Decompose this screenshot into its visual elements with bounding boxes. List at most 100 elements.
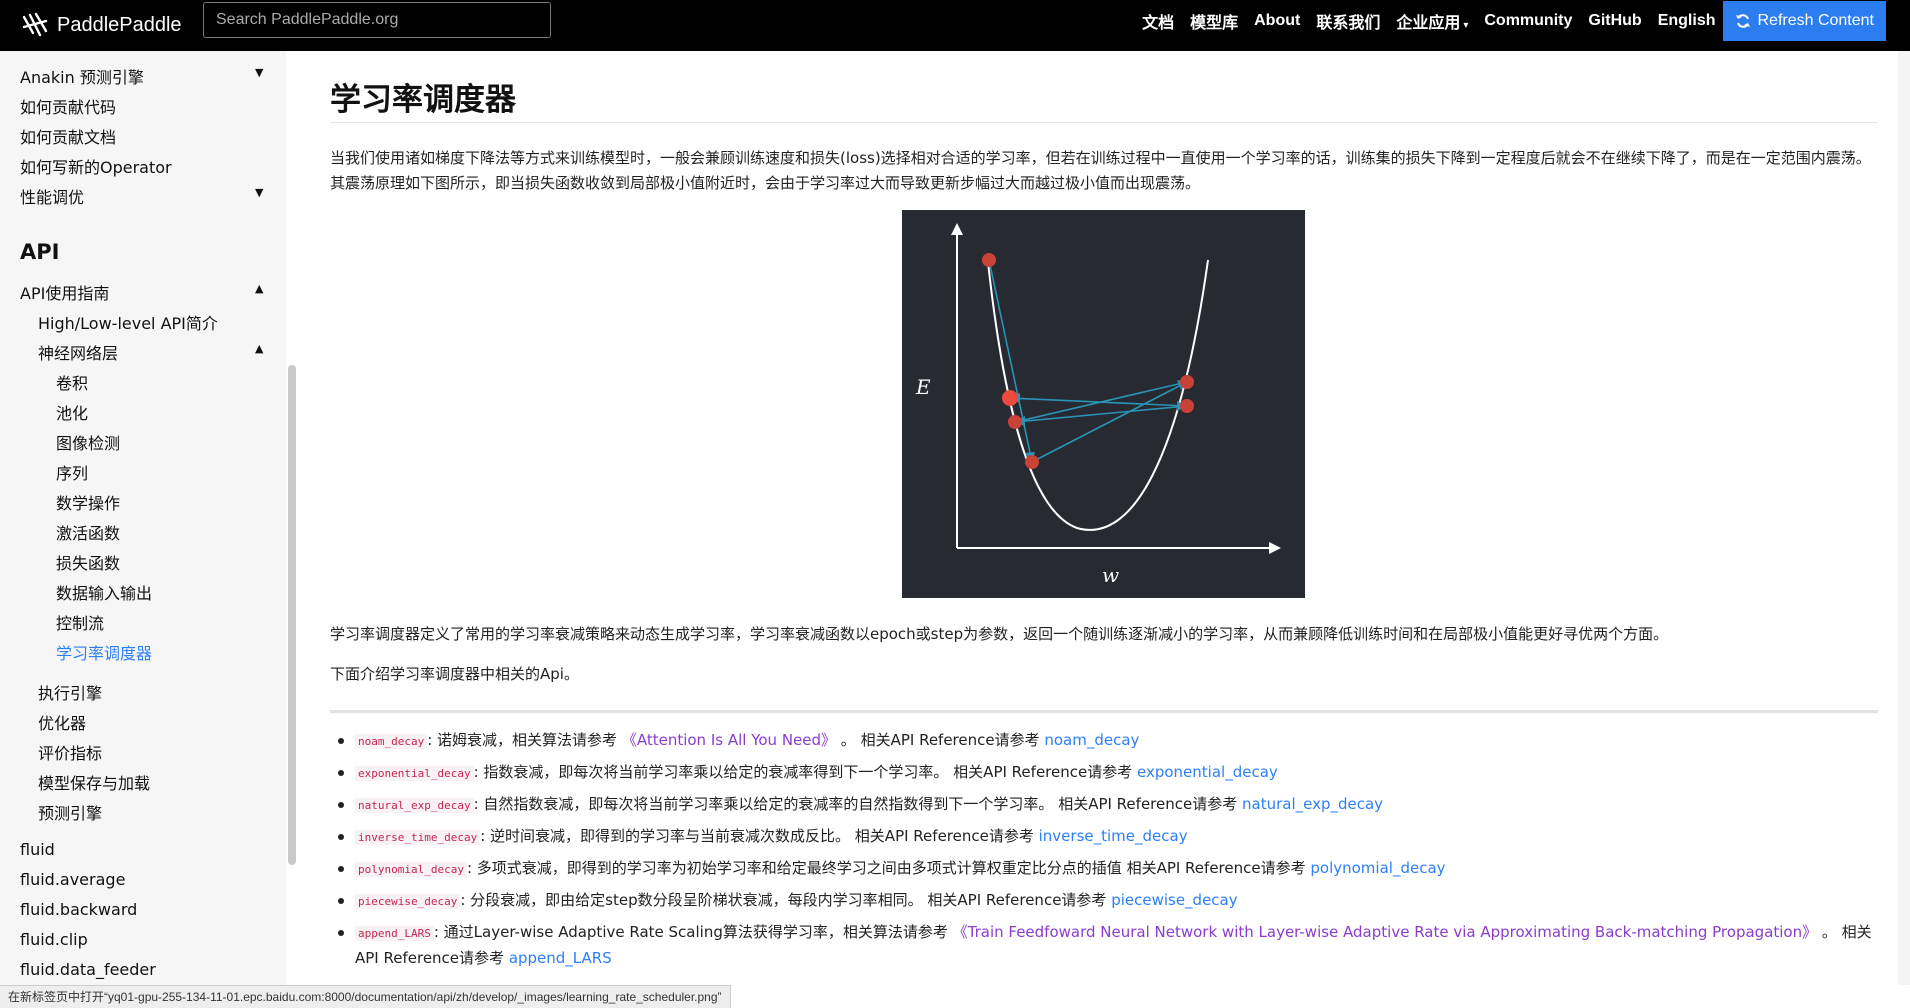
nav-github[interactable]: GitHub <box>1588 12 1641 30</box>
point-marker <box>1025 455 1039 469</box>
sidebar-item-control-flow[interactable]: 控制流 <box>56 610 104 634</box>
loss-curve <box>987 259 1209 531</box>
nav-models[interactable]: 模型库 <box>1190 9 1238 33</box>
api-reference-link[interactable]: exponential_decay <box>1137 763 1278 781</box>
api-reference-link[interactable]: inverse_time_decay <box>1039 827 1188 845</box>
sidebar-item-fluid-average[interactable]: fluid.average <box>20 870 125 889</box>
scheduler-paragraph: 学习率调度器定义了常用的学习率衰减策略来动态生成学习率，学习率衰减函数以epoc… <box>330 625 1669 643</box>
sidebar-item-detection[interactable]: 图像检测 <box>56 430 120 454</box>
chevron-up-icon[interactable]: ▲ <box>255 282 263 295</box>
chevron-up-icon[interactable]: ▲ <box>255 342 263 355</box>
list-item: exponential_decay: 指数衰减，即每次将当前学习率乘以给定的衰减… <box>330 760 1878 786</box>
api-desc: : 诺姆衰减，相关算法请参考 <box>427 731 622 749</box>
api-reference-link[interactable]: noam_decay <box>1044 731 1139 749</box>
api-code: piecewise_decay <box>355 894 461 909</box>
sidebar-item-contribute-docs[interactable]: 如何贡献文档 <box>20 124 116 148</box>
api-reference-link[interactable]: polynomial_decay <box>1310 859 1445 877</box>
search-input[interactable] <box>203 2 551 38</box>
x-axis-arrow-icon <box>1269 542 1281 554</box>
sidebar-item-api-guide[interactable]: API使用指南 <box>20 280 109 304</box>
sidebar: Anakin 预测引擎 ▼ 如何贡献代码 如何贡献文档 如何写新的Operato… <box>0 51 286 1007</box>
api-code: exponential_decay <box>355 766 474 781</box>
list-item: append_LARS: 通过Layer-wise Adaptive Rate … <box>330 920 1878 971</box>
api-desc: : 指数衰减，即每次将当前学习率乘以给定的衰减率得到下一个学习率。 相关API … <box>473 763 1137 781</box>
logo-text: PaddlePaddle <box>57 13 182 36</box>
api-code: polynomial_decay <box>355 862 467 877</box>
refresh-label: Refresh Content <box>1757 12 1874 29</box>
point-marker <box>1180 375 1194 389</box>
sidebar-item-lr-scheduler[interactable]: 学习率调度器 <box>56 640 152 664</box>
sidebar-item-perf-tuning[interactable]: 性能调优 <box>20 184 84 208</box>
sidebar-scrollbar[interactable] <box>288 365 296 865</box>
sidebar-item-fluid-backward[interactable]: fluid.backward <box>20 900 137 919</box>
point-marker <box>982 253 996 267</box>
refresh-icon <box>1736 14 1751 28</box>
paper-link[interactable]: 《Train Feedfoward Neural Network with La… <box>953 923 1817 941</box>
page-scrollbar[interactable] <box>1898 51 1910 985</box>
caret-down-icon: ▾ <box>1463 20 1469 31</box>
sidebar-item-executor[interactable]: 执行引擎 <box>38 680 102 704</box>
api-reference-link[interactable]: append_LARS <box>509 949 612 967</box>
point-marker <box>1180 399 1194 413</box>
status-bar: 在新标签页中打开“yq01-gpu-255-134-11-01.epc.baid… <box>0 985 731 1008</box>
sidebar-item-new-operator[interactable]: 如何写新的Operator <box>20 154 172 178</box>
intro-paragraph: 当我们使用诸如梯度下降法等方式来训练模型时，一般会兼顾训练速度和损失(loss)… <box>330 149 1871 192</box>
nav-docs[interactable]: 文档 <box>1142 9 1174 33</box>
api-code: natural_exp_decay <box>355 798 474 813</box>
divider <box>330 710 1878 713</box>
sidebar-item-nn[interactable]: 神经网络层 <box>38 340 118 364</box>
point-marker <box>1008 415 1022 429</box>
main-nav: 文档 模型库 About 联系我们 企业应用 ▾ Community GitHub… <box>1126 0 1886 42</box>
list-item: polynomial_decay: 多项式衰减，即得到的学习率为初始学习率和给定… <box>330 856 1878 882</box>
api-list: noam_decay: 诺姆衰减，相关算法请参考 《Attention Is A… <box>330 728 1878 977</box>
sidebar-item-fluid-data-feeder[interactable]: fluid.data_feeder <box>20 960 156 979</box>
sidebar-item-fluid[interactable]: fluid <box>20 840 55 859</box>
y-axis-arrow-icon <box>951 223 963 235</box>
chevron-down-icon[interactable]: ▼ <box>255 66 263 79</box>
nav-contact[interactable]: 联系我们 <box>1316 9 1380 33</box>
nav-english[interactable]: English <box>1658 12 1716 30</box>
api-desc: : 多项式衰减，即得到的学习率为初始学习率和给定最终学习之间由多项式计算权重定比… <box>466 859 1311 877</box>
nav-enterprise[interactable]: 企业应用 ▾ <box>1396 9 1468 33</box>
sidebar-item-sequence[interactable]: 序列 <box>56 460 88 484</box>
x-axis-label: w <box>1102 563 1119 587</box>
sidebar-item-inference[interactable]: 预测引擎 <box>38 800 102 824</box>
logo[interactable]: PaddlePaddle <box>20 8 182 42</box>
chevron-down-icon[interactable]: ▼ <box>255 186 263 199</box>
sidebar-item-contribute-code[interactable]: 如何贡献代码 <box>20 94 116 118</box>
api-reference-link[interactable]: piecewise_decay <box>1111 891 1237 909</box>
figure-graphic: E w <box>915 223 1281 587</box>
sidebar-item-math[interactable]: 数学操作 <box>56 490 120 514</box>
sidebar-item-optimizer[interactable]: 优化器 <box>38 710 86 734</box>
api-desc: : 逆时间衰减，即得到的学习率与当前衰减次数成反比。 相关API Referen… <box>480 827 1039 845</box>
api-desc: : 自然指数衰减，即每次将当前学习率乘以给定的衰减率的自然指数得到下一个学习率。… <box>473 795 1242 813</box>
sidebar-item-hl-api[interactable]: High/Low-level API简介 <box>38 310 218 334</box>
point-marker <box>1002 390 1018 406</box>
nav-community[interactable]: Community <box>1484 12 1572 30</box>
api-desc: : 分段衰减，即由给定step数分段呈阶梯状衰减，每段内学习率相同。 相关API… <box>460 891 1112 909</box>
sidebar-item-pool[interactable]: 池化 <box>56 400 88 424</box>
api-reference-link[interactable]: natural_exp_decay <box>1242 795 1383 813</box>
nav-enterprise-label: 企业应用 <box>1396 15 1461 32</box>
api-code: append_LARS <box>355 926 434 941</box>
sidebar-item-model-save[interactable]: 模型保存与加载 <box>38 770 150 794</box>
api-desc: : 通过Layer-wise Adaptive Rate Scaling算法获得… <box>433 923 953 941</box>
nav-about[interactable]: About <box>1254 12 1300 30</box>
sidebar-item-activation[interactable]: 激活函数 <box>56 520 120 544</box>
top-navbar: PaddlePaddle 文档 模型库 About 联系我们 企业应用▾ Com… <box>0 0 1910 51</box>
sidebar-item-metrics[interactable]: 评价指标 <box>38 740 102 764</box>
api-code: noam_decay <box>355 734 428 749</box>
lr-oscillation-figure[interactable]: E w <box>902 210 1305 598</box>
y-axis-label: E <box>915 375 931 399</box>
paper-link[interactable]: 《Attention Is All You Need》 <box>622 731 836 749</box>
sidebar-item-io[interactable]: 数据输入输出 <box>56 580 152 604</box>
api-intro-paragraph: 下面介绍学习率调度器中相关的Api。 <box>330 665 579 683</box>
sidebar-item-conv[interactable]: 卷积 <box>56 370 88 394</box>
divider <box>330 122 1878 123</box>
sidebar-item-fluid-clip[interactable]: fluid.clip <box>20 930 88 949</box>
sidebar-heading-api: API <box>20 240 60 264</box>
sidebar-item-loss[interactable]: 损失函数 <box>56 550 120 574</box>
refresh-content-button[interactable]: Refresh Content <box>1723 1 1886 41</box>
list-item: noam_decay: 诺姆衰减，相关算法请参考 《Attention Is A… <box>330 728 1878 754</box>
sidebar-item-anakin[interactable]: Anakin 预测引擎 <box>20 64 144 88</box>
